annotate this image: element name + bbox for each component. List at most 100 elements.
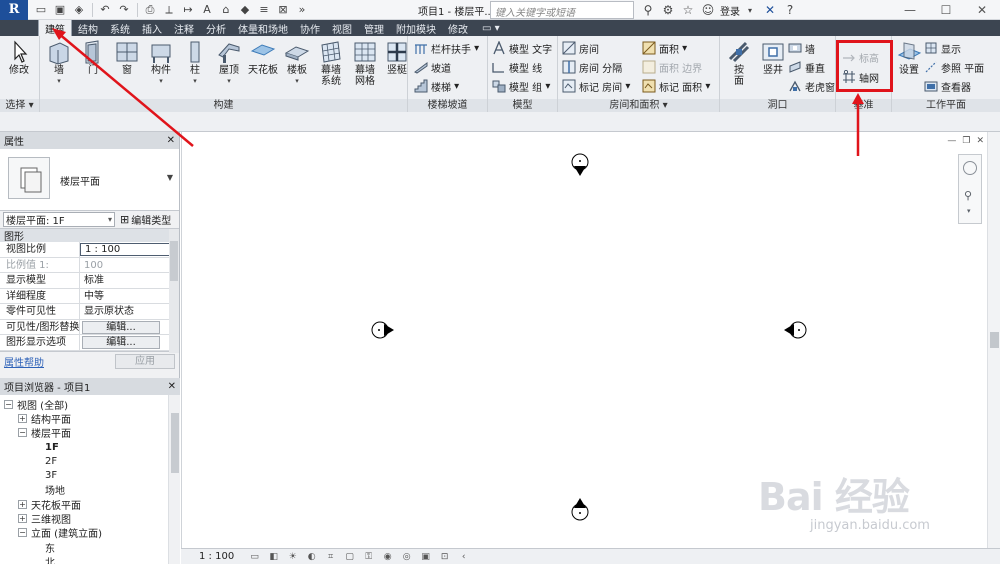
property-row-detail-level[interactable]: 详细程度 中等 bbox=[0, 288, 179, 304]
view-scale-control[interactable]: 1 : 100 bbox=[199, 551, 234, 562]
type-selector[interactable]: 楼层平面 ▼ bbox=[0, 149, 179, 211]
tab-analyze[interactable]: 分析 bbox=[200, 20, 232, 36]
browser-node[interactable]: + 三维视图 bbox=[0, 511, 180, 526]
floor-button[interactable]: 楼板 ▾ bbox=[280, 38, 314, 96]
temp-view-properties-icon[interactable]: ▣ bbox=[419, 551, 432, 563]
property-row-parts-visibility[interactable]: 零件可见性 显示原状态 bbox=[0, 304, 179, 320]
dormer-opening-button[interactable]: 老虎窗 bbox=[788, 77, 835, 95]
model-group-button[interactable]: 模型 组 ▾ bbox=[492, 77, 550, 95]
apply-button[interactable]: 应用 bbox=[115, 353, 175, 369]
browser-node[interactable]: 场地 bbox=[0, 483, 180, 497]
subscription-icon[interactable]: ⚙ bbox=[658, 1, 678, 19]
sync-icon[interactable]: ◈ bbox=[70, 2, 88, 18]
exchange-icon[interactable]: ✕ bbox=[760, 1, 780, 19]
dropdown-arrow-icon[interactable]: ▾ bbox=[740, 1, 760, 19]
application-menu-button[interactable]: R bbox=[0, 0, 28, 20]
binoculars-icon[interactable]: ⚲ bbox=[638, 1, 658, 19]
view-scale-input[interactable]: 1 : 100 bbox=[80, 243, 177, 256]
hide-isolate-icon[interactable]: ◉ bbox=[381, 551, 394, 563]
browser-node[interactable]: 1F bbox=[0, 440, 180, 454]
tag-room-button[interactable]: 标记 房间 ▾ bbox=[562, 77, 630, 95]
model-text-button[interactable]: 模型 文字 bbox=[492, 39, 552, 57]
room-separator-button[interactable]: 房间 分隔 bbox=[562, 58, 622, 76]
curtain-system-button[interactable]: 幕墙 系统 bbox=[314, 38, 348, 96]
redo-icon[interactable]: ↷ bbox=[115, 2, 133, 18]
wall-button[interactable]: 墙 ▾ bbox=[42, 38, 76, 96]
tree-toggle-icon[interactable]: − bbox=[18, 528, 27, 538]
tab-addins[interactable]: 附加模块 bbox=[390, 20, 442, 36]
print-icon[interactable]: ⎙ bbox=[141, 2, 159, 18]
measure-icon[interactable]: ⟂ bbox=[160, 2, 178, 18]
railing-button[interactable]: 栏杆扶手 ▾ bbox=[414, 39, 479, 57]
login-link[interactable]: 登录 bbox=[720, 3, 740, 18]
tree-toggle-icon[interactable]: + bbox=[18, 413, 27, 423]
elevation-marker-north[interactable] bbox=[571, 153, 589, 176]
detail-level-icon[interactable]: ▭ bbox=[248, 551, 261, 563]
user-icon[interactable]: ☺ bbox=[698, 1, 718, 19]
browser-node[interactable]: − 视图 (全部) bbox=[0, 397, 180, 412]
view-minimize-icon[interactable]: — bbox=[947, 136, 956, 146]
canvas-vertical-scrollbar[interactable] bbox=[987, 132, 1000, 548]
graphic-display-edit-button[interactable]: 编辑... bbox=[82, 336, 160, 349]
close-icon[interactable]: ✕ bbox=[964, 0, 1000, 20]
roof-button[interactable]: 屋顶 ▾ bbox=[212, 38, 246, 96]
stair-button[interactable]: 楼梯 ▾ bbox=[414, 77, 459, 95]
save-icon[interactable]: ▣ bbox=[51, 2, 69, 18]
browser-node[interactable]: 北 bbox=[0, 554, 180, 564]
browser-node[interactable]: + 天花板平面 bbox=[0, 497, 180, 512]
curtain-grid-button[interactable]: 幕墙 网格 bbox=[348, 38, 382, 96]
panel-title-select[interactable]: 选择 ▾ bbox=[0, 99, 39, 112]
undo-icon[interactable]: ↶ bbox=[96, 2, 114, 18]
viewer-button[interactable]: 查看器 bbox=[924, 77, 971, 95]
close-hidden-icon[interactable]: ⊠ bbox=[274, 2, 292, 18]
tab-view[interactable]: 视图 bbox=[326, 20, 358, 36]
tree-toggle-icon[interactable]: + bbox=[18, 499, 27, 509]
panel-title-room-area[interactable]: 房间和面积 ▾ bbox=[558, 99, 719, 112]
tab-architecture[interactable]: 建筑 bbox=[38, 20, 72, 36]
set-work-plane-button[interactable]: 设置 bbox=[892, 38, 926, 96]
maximize-icon[interactable]: ☐ bbox=[928, 0, 964, 20]
door-button[interactable]: 门 bbox=[76, 38, 110, 96]
tree-toggle-icon[interactable]: − bbox=[4, 399, 13, 409]
reference-plane-button[interactable]: 参照 平面 bbox=[924, 58, 984, 76]
model-line-button[interactable]: 模型 线 bbox=[492, 58, 542, 76]
instance-filter-select[interactable]: 楼层平面: 1F ▾ bbox=[3, 212, 115, 227]
tab-collaborate[interactable]: 协作 bbox=[294, 20, 326, 36]
thin-lines-icon[interactable]: ≡ bbox=[255, 2, 273, 18]
tab-insert[interactable]: 插入 bbox=[136, 20, 168, 36]
property-group-graphics[interactable]: 图形 ⌃ bbox=[0, 229, 179, 243]
analysis-display-icon[interactable]: ⊡ bbox=[438, 551, 451, 563]
view-restore-icon[interactable]: ❐ bbox=[962, 136, 970, 146]
tree-toggle-icon[interactable]: − bbox=[18, 428, 27, 438]
open-icon[interactable]: ▭ bbox=[32, 2, 50, 18]
browser-node[interactable]: 东 bbox=[0, 540, 180, 555]
customize-toolbar-icon[interactable]: » bbox=[293, 2, 311, 18]
properties-scrollbar[interactable] bbox=[169, 229, 179, 353]
show-work-plane-button[interactable]: 显示 bbox=[924, 39, 961, 57]
window-button[interactable]: 窗 bbox=[110, 38, 144, 96]
crop-region-icon[interactable]: ⌗ bbox=[324, 551, 337, 563]
shaft-button[interactable]: 竖井 bbox=[756, 38, 790, 96]
property-row-display-model[interactable]: 显示模型 标准 bbox=[0, 273, 179, 289]
browser-node[interactable]: 2F bbox=[0, 454, 180, 468]
browser-scrollbar[interactable] bbox=[168, 395, 180, 564]
by-face-button[interactable]: 按面 bbox=[722, 38, 756, 96]
tag-area-button[interactable]: 标记 面积 ▾ bbox=[642, 77, 710, 95]
tree-toggle-icon[interactable]: + bbox=[18, 514, 27, 524]
ceiling-button[interactable]: 天花板 bbox=[246, 38, 280, 96]
elevation-marker-west[interactable] bbox=[371, 321, 394, 339]
minimize-icon[interactable]: — bbox=[892, 0, 928, 20]
ramp-button[interactable]: 坡道 bbox=[414, 58, 451, 76]
properties-help-link[interactable]: 属性帮助 bbox=[4, 354, 44, 369]
sun-path-icon[interactable]: ☀ bbox=[286, 551, 299, 563]
tab-systems[interactable]: 系统 bbox=[104, 20, 136, 36]
column-button[interactable]: 柱 ▾ bbox=[178, 38, 212, 96]
wall-opening-button[interactable]: 墙 bbox=[788, 39, 815, 57]
tab-annotate[interactable]: 注释 bbox=[168, 20, 200, 36]
edit-type-button[interactable]: ⊞ 编辑类型 bbox=[120, 212, 171, 227]
room-button[interactable]: 房间 bbox=[562, 39, 599, 57]
tab-modify[interactable]: 修改 bbox=[442, 20, 474, 36]
visual-style-icon[interactable]: ◧ bbox=[267, 551, 280, 563]
component-button[interactable]: 构件 ▾ bbox=[144, 38, 178, 96]
show-crop-icon[interactable]: ▢ bbox=[343, 551, 356, 563]
